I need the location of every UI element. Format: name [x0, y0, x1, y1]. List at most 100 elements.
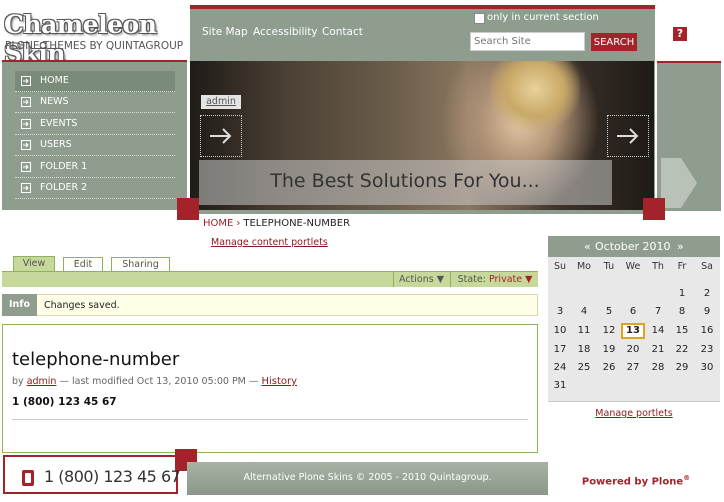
- calendar-weekday: Fr: [677, 261, 687, 272]
- calendar-weekday: Th: [652, 261, 664, 272]
- calendar-day[interactable]: 25: [572, 360, 596, 376]
- help-icon[interactable]: ?: [673, 27, 687, 41]
- left-navigation: HOME NEWS EVENTS USERS FOLDER 1 FOLDER 2: [2, 60, 187, 210]
- contact-link[interactable]: Contact: [322, 26, 363, 38]
- nav-arrow-icon: [21, 140, 31, 150]
- calendar-weekday: Mo: [576, 261, 591, 272]
- arrow-right-icon: [210, 128, 232, 144]
- calendar-day[interactable]: 2: [695, 286, 719, 302]
- calendar-day[interactable]: 24: [548, 360, 572, 376]
- calendar-day[interactable]: 6: [621, 304, 645, 320]
- search-input[interactable]: [470, 32, 585, 51]
- content-area: [2, 324, 538, 453]
- status-message-text: Changes saved.: [44, 300, 120, 311]
- banner-prev-button[interactable]: [200, 115, 242, 157]
- nav-arrow-icon: [21, 183, 31, 193]
- calendar-day[interactable]: 21: [646, 342, 670, 358]
- state-label: State:: [457, 274, 486, 285]
- calendar-day[interactable]: 7: [646, 304, 670, 320]
- calendar-day[interactable]: 14: [646, 323, 670, 339]
- calendar-day[interactable]: 9: [695, 304, 719, 320]
- logo-subtitle: PLONE THEMES BY QUINTAGROUP: [5, 40, 184, 52]
- calendar-day[interactable]: 20: [621, 342, 645, 358]
- banner-next-button[interactable]: [607, 115, 649, 157]
- nav-item-label: FOLDER 2: [40, 182, 88, 193]
- calendar-day[interactable]: 15: [670, 323, 694, 339]
- calendar-next-month[interactable]: »: [677, 240, 684, 253]
- calendar-prev-month[interactable]: «: [584, 240, 591, 253]
- calendar-weekday: Tu: [603, 261, 615, 272]
- right-header-panel: [657, 61, 721, 211]
- calendar-day[interactable]: 10: [548, 323, 572, 339]
- nav-item-home[interactable]: HOME: [15, 71, 175, 92]
- banner-caption: The Best Solutions For You...: [270, 170, 540, 192]
- author-link[interactable]: admin: [27, 376, 57, 387]
- byline-by: by: [12, 376, 24, 387]
- manage-content-portlets-link[interactable]: Manage content portlets: [211, 237, 328, 248]
- phone-icon: [22, 470, 34, 486]
- nav-item-news[interactable]: NEWS: [15, 92, 175, 113]
- calendar-weekday: We: [625, 261, 641, 272]
- state-menu[interactable]: State: Private ▼: [450, 272, 539, 287]
- last-modified: — last modified Oct 13, 2010 05:00 PM —: [59, 376, 259, 387]
- calendar-day[interactable]: 5: [597, 304, 621, 320]
- nav-item-label: USERS: [40, 139, 72, 150]
- search-button[interactable]: SEARCH: [591, 33, 637, 51]
- status-message-label: Info: [2, 294, 37, 316]
- current-section-label: only in current section: [487, 12, 599, 23]
- breadcrumb-home-link[interactable]: HOME: [203, 218, 233, 229]
- calendar-day[interactable]: 12: [597, 323, 621, 339]
- state-value: Private ▼: [488, 274, 533, 285]
- calendar-day[interactable]: 28: [646, 360, 670, 376]
- calendar-weekday: Su: [553, 261, 567, 272]
- nav-item-label: FOLDER 1: [40, 161, 88, 172]
- calendar-day[interactable]: 17: [548, 342, 572, 358]
- calendar-day[interactable]: 11: [572, 323, 596, 339]
- calendar-day-today[interactable]: 13: [621, 323, 645, 339]
- nav-item-label: HOME: [40, 75, 69, 86]
- phone-number: 1 (800) 123 45 67: [44, 467, 181, 486]
- calendar-day[interactable]: 19: [597, 342, 621, 358]
- calendar-month: October 2010: [595, 240, 671, 253]
- calendar-day[interactable]: 8: [670, 304, 694, 320]
- sitemap-link[interactable]: Site Map: [202, 26, 248, 38]
- banner-author-tag[interactable]: admin: [201, 95, 241, 109]
- nav-item-users[interactable]: USERS: [15, 135, 175, 156]
- footer-text: Alternative Plone Skins © 2005 - 2010 Qu…: [243, 472, 492, 483]
- calendar-day[interactable]: 18: [572, 342, 596, 358]
- document-byline: by admin — last modified Oct 13, 2010 05…: [12, 376, 297, 387]
- calendar-day[interactable]: 26: [597, 360, 621, 376]
- manage-portlets-link[interactable]: Manage portlets: [548, 408, 720, 419]
- nav-arrow-icon: [21, 76, 31, 86]
- accessibility-link[interactable]: Accessibility: [253, 26, 318, 38]
- calendar-day[interactable]: 3: [548, 304, 572, 320]
- current-section-checkbox[interactable]: [474, 13, 485, 24]
- arrow-right-icon: [617, 128, 639, 144]
- calendar-divider: [548, 401, 720, 402]
- calendar-day[interactable]: 4: [572, 304, 596, 320]
- calendar-day[interactable]: 27: [621, 360, 645, 376]
- calendar-day[interactable]: 16: [695, 323, 719, 339]
- powered-by-plone[interactable]: Powered by Plone®: [552, 474, 720, 487]
- calendar-day[interactable]: 31: [548, 378, 572, 394]
- calendar-day[interactable]: 30: [695, 360, 719, 376]
- breadcrumb: HOME › TELEPHONE-NUMBER: [203, 218, 350, 229]
- tab-sharing[interactable]: Sharing: [111, 257, 170, 272]
- page-title: telephone-number: [12, 349, 180, 370]
- decorative-square: [177, 198, 199, 220]
- calendar-day[interactable]: 22: [670, 342, 694, 358]
- breadcrumb-current: TELEPHONE-NUMBER: [243, 218, 351, 229]
- nav-item-events[interactable]: EVENTS: [15, 114, 175, 135]
- calendar-day[interactable]: 1: [670, 286, 694, 302]
- calendar-day[interactable]: 29: [670, 360, 694, 376]
- content-divider: [12, 419, 528, 420]
- nav-arrow-icon: [21, 97, 31, 107]
- nav-arrow-icon: [21, 119, 31, 129]
- site-logo[interactable]: Chameleon Skin PLONE THEMES BY QUINTAGRO…: [4, 10, 184, 68]
- tab-edit[interactable]: Edit: [63, 257, 103, 272]
- history-link[interactable]: History: [261, 376, 297, 387]
- calendar-day[interactable]: 23: [695, 342, 719, 358]
- nav-item-folder-1[interactable]: FOLDER 1: [15, 157, 175, 178]
- actions-menu[interactable]: Actions ▼: [393, 272, 449, 287]
- nav-item-folder-2[interactable]: FOLDER 2: [15, 178, 175, 199]
